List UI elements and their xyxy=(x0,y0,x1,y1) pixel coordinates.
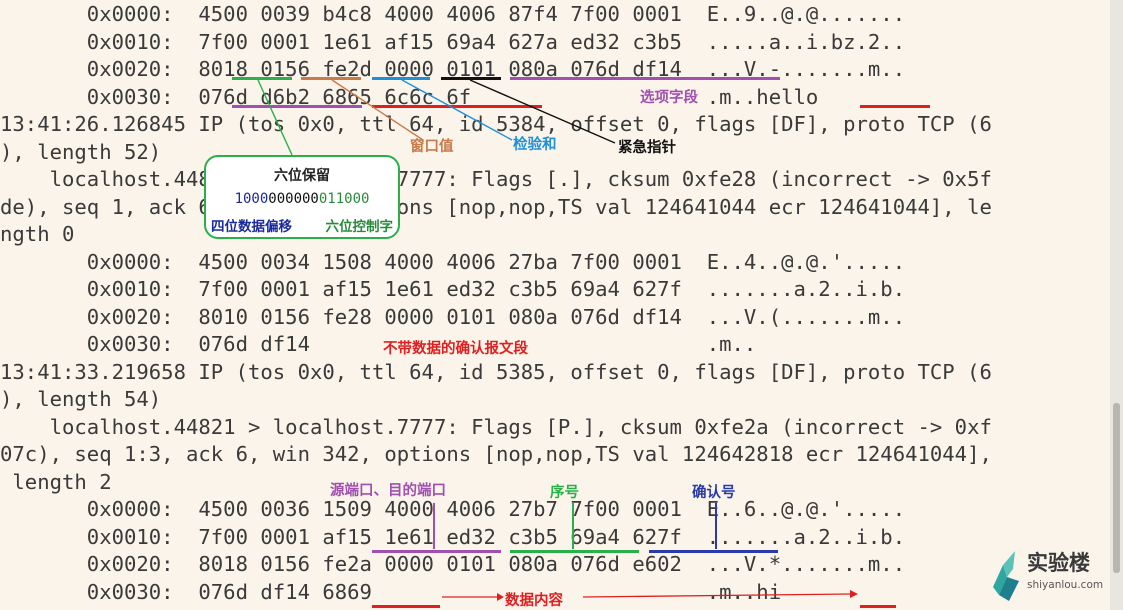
shiyanlou-logo: 实验楼 shiyanlou.com xyxy=(985,545,1105,605)
window-value-label: 窗口值 xyxy=(410,139,454,155)
flags-callout: 六位保留 1000000000011000 四位数据偏移 六位控制字 xyxy=(204,155,400,239)
seq-label: 序号 xyxy=(550,485,579,501)
ack-number-label: 确认号 xyxy=(692,485,736,501)
flag-bits: 1000000000011000 xyxy=(206,191,398,207)
control-flags-label: 六位控制字 xyxy=(325,219,394,235)
reserved-bits: 000000 xyxy=(268,191,319,207)
vertical-scrollbar[interactable] xyxy=(1110,0,1123,610)
callout-title: 六位保留 xyxy=(274,168,330,184)
options-field-label: 选项字段 xyxy=(640,90,698,106)
urgent-pointer-label: 紧急指针 xyxy=(618,140,676,156)
logo-url: shiyanlou.com xyxy=(1027,579,1104,591)
logo-name: 实验楼 xyxy=(1027,551,1090,575)
logo-icon xyxy=(993,551,1019,601)
data-content-label: 数据内容 xyxy=(505,593,563,609)
checksum-label: 检验和 xyxy=(513,137,557,153)
annotation-leaders xyxy=(257,79,858,601)
terminal-output: 0x0000: 4500 0039 b4c8 4000 4006 87f4 7f… xyxy=(0,0,1110,610)
data-offset-label: 四位数据偏移 xyxy=(211,219,292,235)
scrollbar-thumb[interactable] xyxy=(1113,403,1120,573)
data-offset-bits: 1000 xyxy=(234,191,269,207)
ports-label: 源端口、目的端口 xyxy=(330,483,446,499)
ack-no-data-label: 不带数据的确认报文段 xyxy=(383,341,528,357)
control-bits: 011000 xyxy=(318,191,370,207)
